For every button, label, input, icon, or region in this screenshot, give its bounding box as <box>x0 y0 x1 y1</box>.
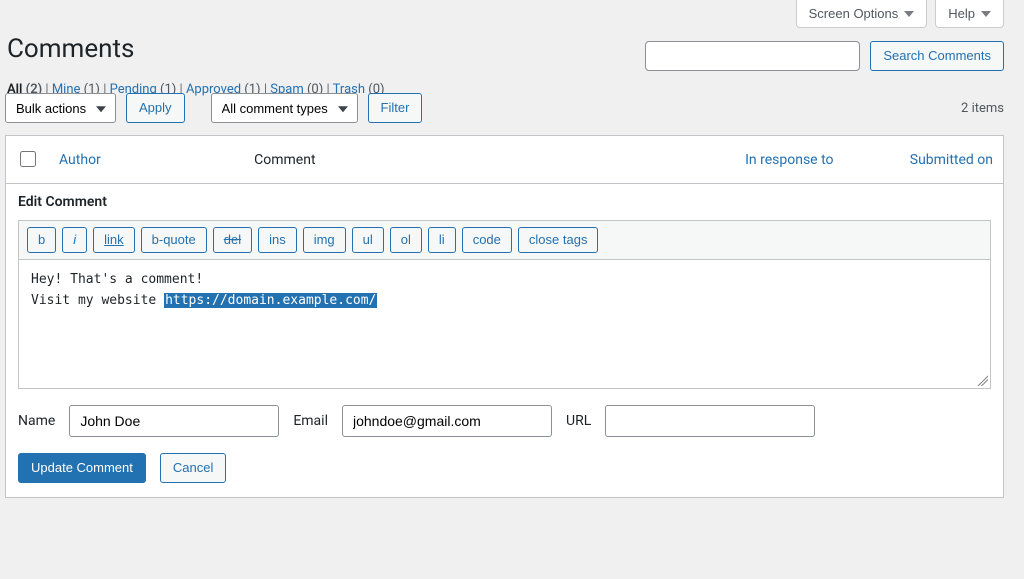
cancel-button[interactable]: Cancel <box>160 453 226 483</box>
col-submitted-on[interactable]: Submitted on <box>844 136 1004 184</box>
email-field[interactable] <box>342 405 552 437</box>
search-comments-button[interactable]: Search Comments <box>870 41 1004 71</box>
qt-bold[interactable]: b <box>27 227 56 253</box>
qt-ol[interactable]: ol <box>390 227 422 253</box>
qt-italic[interactable]: i <box>62 227 87 253</box>
bulk-actions-select[interactable]: Bulk actions <box>5 93 116 123</box>
name-label: Name <box>18 413 55 429</box>
url-label: URL <box>566 413 591 429</box>
col-comment: Comment <box>244 136 501 184</box>
email-label: Email <box>293 413 328 429</box>
update-comment-button[interactable]: Update Comment <box>18 453 146 483</box>
filter-button[interactable]: Filter <box>368 93 423 123</box>
edit-comment-heading: Edit Comment <box>18 194 991 210</box>
chevron-down-icon <box>904 11 914 17</box>
col-in-response-to[interactable]: In response to <box>501 136 843 184</box>
items-count: 2 items <box>961 101 1004 116</box>
screen-options-button[interactable]: Screen Options <box>796 0 928 28</box>
help-button[interactable]: Help <box>935 0 1004 28</box>
comment-content-editor[interactable]: Hey! That's a comment! Visit my website … <box>18 259 991 389</box>
selected-text: https://domain.example.com/ <box>164 293 377 308</box>
col-author[interactable]: Author <box>49 136 244 184</box>
quicktags-toolbar: b i link b-quote del ins img ul ol li co… <box>18 220 991 259</box>
select-all-checkbox[interactable] <box>20 151 36 167</box>
url-field[interactable] <box>605 405 815 437</box>
qt-blockquote[interactable]: b-quote <box>141 227 207 253</box>
comment-type-select[interactable]: All comment types <box>211 93 358 123</box>
qt-close-tags[interactable]: close tags <box>518 227 599 253</box>
qt-ul[interactable]: ul <box>352 227 384 253</box>
qt-img[interactable]: img <box>303 227 346 253</box>
search-input[interactable] <box>645 41 860 71</box>
qt-link[interactable]: link <box>93 227 135 253</box>
qt-del[interactable]: del <box>213 227 252 253</box>
chevron-down-icon <box>981 11 991 17</box>
screen-options-label: Screen Options <box>809 6 899 21</box>
apply-button[interactable]: Apply <box>126 93 185 123</box>
resize-handle-icon[interactable] <box>976 374 988 386</box>
qt-ins[interactable]: ins <box>258 227 297 253</box>
qt-li[interactable]: li <box>428 227 456 253</box>
name-field[interactable] <box>69 405 279 437</box>
edit-comment-panel: Edit Comment b i link b-quote del ins im… <box>5 184 1004 498</box>
qt-code[interactable]: code <box>462 227 512 253</box>
help-label: Help <box>948 6 975 21</box>
